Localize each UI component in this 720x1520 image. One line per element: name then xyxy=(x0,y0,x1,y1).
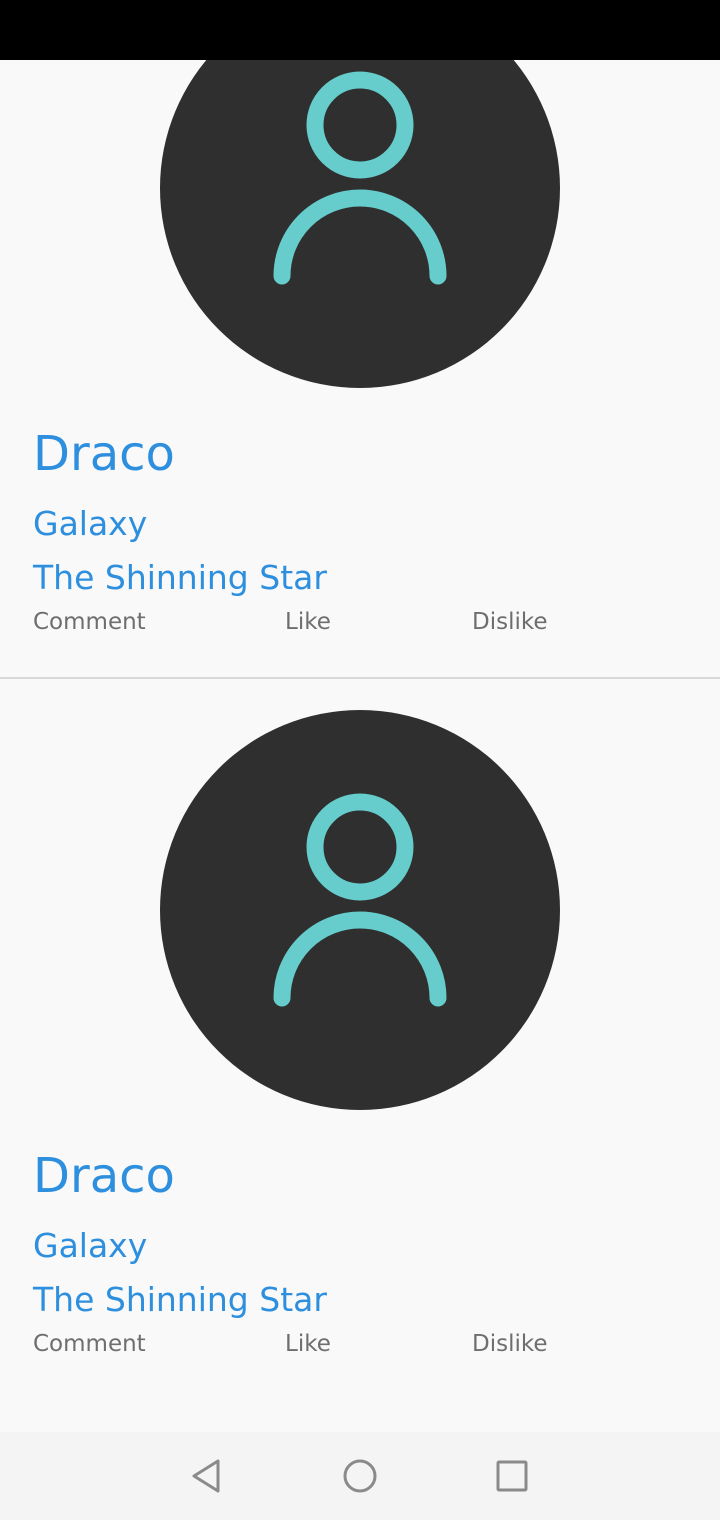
post-subtitle: Galaxy xyxy=(33,1226,148,1265)
person-icon xyxy=(160,710,560,1110)
dislike-button[interactable]: Dislike xyxy=(472,607,548,637)
avatar[interactable] xyxy=(160,710,560,1110)
status-bar xyxy=(0,0,720,60)
post-caption: The Shinning Star xyxy=(33,558,327,597)
post-subtitle: Galaxy xyxy=(33,504,148,543)
person-icon xyxy=(160,60,560,388)
post-card: Draco Galaxy The Shinning Star Comment L… xyxy=(0,60,720,678)
comment-button[interactable]: Comment xyxy=(33,1329,146,1359)
post-feed[interactable]: Draco Galaxy The Shinning Star Comment L… xyxy=(0,60,720,1432)
home-button[interactable] xyxy=(340,1456,380,1496)
post-name: Draco xyxy=(33,426,175,482)
back-button[interactable] xyxy=(186,1456,226,1496)
back-triangle-icon xyxy=(192,1459,220,1493)
recents-button[interactable] xyxy=(492,1456,532,1496)
avatar[interactable] xyxy=(160,60,560,388)
post-caption: The Shinning Star xyxy=(33,1280,327,1319)
like-button[interactable]: Like xyxy=(285,1329,331,1359)
comment-button[interactable]: Comment xyxy=(33,607,146,637)
post-name: Draco xyxy=(33,1148,175,1204)
home-circle-icon xyxy=(343,1459,377,1493)
dislike-button[interactable]: Dislike xyxy=(472,1329,548,1359)
navigation-bar xyxy=(0,1432,720,1520)
recents-square-icon xyxy=(496,1460,528,1492)
post-card: Draco Galaxy The Shinning Star Comment L… xyxy=(0,678,720,1432)
like-button[interactable]: Like xyxy=(285,607,331,637)
